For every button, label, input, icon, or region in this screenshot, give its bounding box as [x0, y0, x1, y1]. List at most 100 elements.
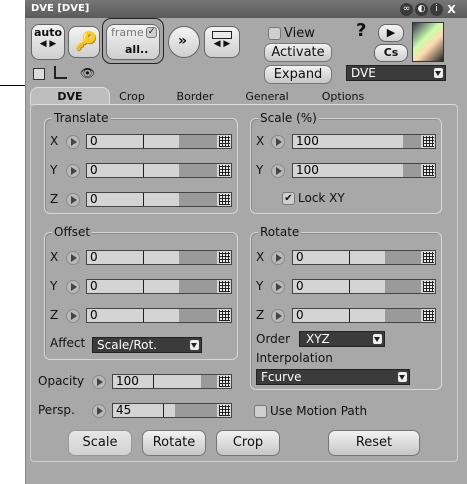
grid-icon[interactable]	[219, 252, 230, 263]
translate-z-field[interactable]: 0	[86, 192, 232, 207]
offset-x-label: X	[50, 250, 59, 264]
lock-xy-checkbox[interactable]: ✔	[282, 192, 295, 205]
expand-button[interactable]: Expand	[264, 65, 332, 84]
rotate-z-keyframe-icon[interactable]	[271, 309, 285, 323]
grid-icon[interactable]	[423, 136, 434, 147]
frame-label: frame	[111, 26, 144, 39]
auto-button[interactable]: auto ◀ ▶	[31, 24, 65, 60]
square-icon[interactable]	[33, 68, 45, 80]
rotate-y-field[interactable]: 0	[292, 279, 436, 294]
grid-icon[interactable]	[219, 405, 230, 416]
translate-y-label: Y	[50, 163, 58, 177]
rotate-x-field[interactable]: 0	[292, 250, 436, 265]
order-label: Order	[256, 332, 291, 346]
translate-z-keyframe-icon[interactable]	[66, 193, 80, 207]
offset-z-field[interactable]: 0	[86, 308, 232, 323]
scale-x-keyframe-icon[interactable]	[271, 135, 285, 149]
eye-icon[interactable]: 👁	[80, 66, 95, 80]
offset-z-keyframe-icon[interactable]	[66, 309, 80, 323]
avatar-icon[interactable]	[412, 22, 444, 62]
field-select-button[interactable]: ◀ ▶	[204, 26, 240, 58]
grid-icon[interactable]	[423, 165, 434, 176]
scale-button[interactable]: Scale	[68, 430, 132, 456]
scale-y-keyframe-icon[interactable]	[271, 164, 285, 178]
grid-icon[interactable]	[219, 194, 230, 205]
frame-checkbox[interactable]: ✓	[146, 27, 157, 38]
lock-xy-label: Lock XY	[298, 191, 345, 205]
opacity-keyframe-icon[interactable]	[92, 375, 106, 389]
translate-y-value: 0	[90, 163, 98, 177]
opacity-label: Opacity	[38, 374, 85, 388]
window-title: DVE [DVE]	[31, 3, 90, 14]
crop-button[interactable]: Crop	[216, 430, 280, 456]
help-icon[interactable]: ?	[356, 20, 366, 41]
chevron-down-icon	[190, 340, 199, 350]
fast-forward-button[interactable]: »	[168, 26, 200, 58]
offset-y-label: Y	[50, 279, 58, 293]
order-value: XYZ	[306, 332, 330, 346]
interpolation-dropdown[interactable]: Fcurve	[256, 369, 410, 385]
tab-crop[interactable]: Crop	[110, 89, 154, 105]
activate-button[interactable]: Activate	[264, 43, 332, 62]
offset-x-keyframe-icon[interactable]	[66, 251, 80, 265]
reset-button[interactable]: Reset	[328, 430, 420, 456]
rotate-z-field[interactable]: 0	[292, 308, 436, 323]
rotate-title: Rotate	[258, 225, 302, 239]
grid-icon[interactable]	[423, 310, 434, 321]
tab-border[interactable]: Border	[166, 89, 224, 105]
link-icon[interactable]: ∞	[400, 3, 413, 16]
rotate-z-label: Z	[256, 308, 265, 322]
close-icon[interactable]: X	[445, 3, 458, 16]
crop-tool-icon[interactable]	[54, 66, 67, 79]
tab-general[interactable]: General	[234, 89, 300, 105]
preset-dropdown[interactable]: DVE	[346, 65, 446, 81]
translate-x-keyframe-icon[interactable]	[66, 135, 80, 149]
persp-value: 45	[116, 403, 132, 417]
grid-icon[interactable]	[423, 252, 434, 263]
rotate-y-keyframe-icon[interactable]	[271, 280, 285, 294]
scale-x-value: 100	[296, 134, 319, 148]
offset-z-label: Z	[50, 308, 59, 322]
rotate-y-value: 0	[296, 279, 304, 293]
translate-y-keyframe-icon[interactable]	[66, 164, 80, 178]
translate-x-field[interactable]: 0	[86, 134, 232, 149]
grid-icon[interactable]	[423, 281, 434, 292]
affect-dropdown[interactable]: Scale/Rot.	[92, 337, 202, 353]
frame-all-button[interactable]: frame ✓ all..	[106, 24, 160, 60]
grid-icon[interactable]	[219, 165, 230, 176]
persp-label: Persp.	[38, 403, 75, 417]
scale-title: Scale (%)	[258, 111, 319, 125]
field-icon	[212, 31, 232, 39]
rotate-x-label: X	[256, 250, 265, 264]
scale-x-label: X	[256, 134, 265, 148]
all-label: all..	[125, 43, 149, 56]
grid-icon[interactable]	[219, 136, 230, 147]
field-arrows-icon: ◀ ▶	[213, 39, 231, 49]
translate-x-label: X	[50, 134, 59, 148]
grid-icon[interactable]	[219, 376, 230, 387]
rotate-button[interactable]: Rotate	[142, 430, 206, 456]
camera-icon[interactable]: Cs	[374, 44, 408, 62]
persp-field[interactable]: 45	[112, 403, 232, 418]
key-button[interactable]: 🔑	[68, 26, 100, 58]
view-checkbox[interactable]	[268, 27, 281, 40]
grid-icon[interactable]	[219, 281, 230, 292]
scale-x-field[interactable]: 100	[292, 134, 436, 149]
translate-y-field[interactable]: 0	[86, 163, 232, 178]
opacity-field[interactable]: 100	[112, 374, 232, 389]
forward-icon[interactable]: ▶	[378, 24, 404, 42]
info-icon[interactable]: i	[430, 3, 443, 16]
grid-icon[interactable]	[219, 310, 230, 321]
offset-z-value: 0	[90, 308, 98, 322]
rotate-x-keyframe-icon[interactable]	[271, 251, 285, 265]
minimize-icon[interactable]: ◐	[415, 3, 428, 16]
order-dropdown[interactable]: XYZ	[299, 331, 385, 347]
offset-x-field[interactable]: 0	[86, 250, 232, 265]
persp-keyframe-icon[interactable]	[92, 404, 106, 418]
scale-y-field[interactable]: 100	[292, 163, 436, 178]
motion-path-checkbox[interactable]	[254, 405, 267, 418]
offset-y-field[interactable]: 0	[86, 279, 232, 294]
tab-dve[interactable]: DVE	[30, 87, 110, 105]
tab-options[interactable]: Options	[308, 89, 378, 105]
offset-y-keyframe-icon[interactable]	[66, 280, 80, 294]
